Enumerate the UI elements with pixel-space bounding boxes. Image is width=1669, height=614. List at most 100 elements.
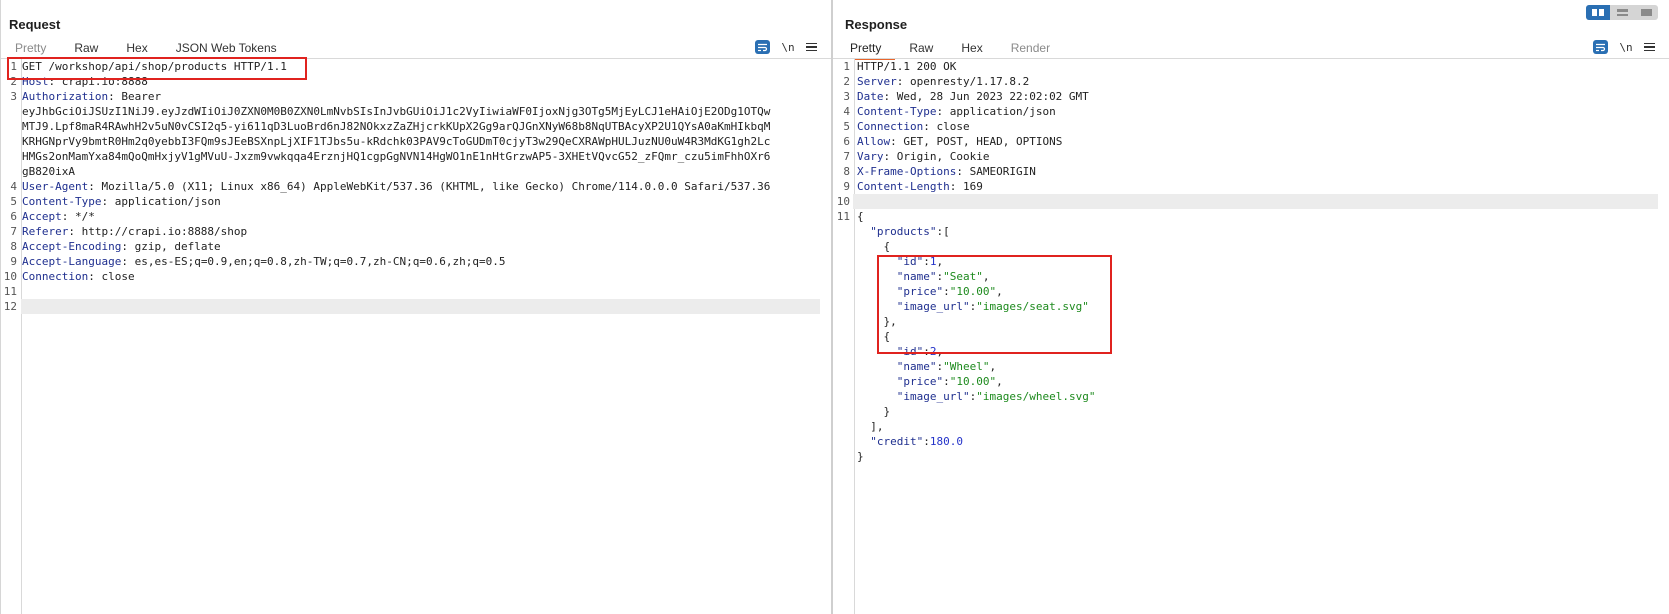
line-text: User-Agent: Mozilla/5.0 (X11; Linux x86_…: [22, 179, 770, 194]
request-tab-hex[interactable]: Hex: [112, 38, 161, 58]
line-text: Allow: GET, POST, HEAD, OPTIONS: [857, 134, 1062, 149]
line-text: Connection: close: [22, 269, 135, 284]
request-pane: Request Pretty Raw Hex JSON Web Tokens \…: [0, 0, 831, 614]
stacked-layout-icon[interactable]: [1610, 5, 1634, 20]
header-name: User-Agent: [22, 180, 89, 193]
line-number: 3: [843, 90, 850, 103]
response-line: 1 HTTP/1.1 200 OK: [833, 59, 1669, 74]
line-text: HMGs2onMamYxa84mQoQmHxjyV1gMVuU-Jxzm9vwk…: [22, 149, 770, 164]
code-text: : close: [88, 270, 135, 283]
line-number: 6: [843, 135, 850, 148]
request-line: 11: [1, 284, 831, 299]
line-number: 9: [10, 255, 17, 268]
request-line: 10 Connection: close: [1, 269, 831, 284]
newline-toggle[interactable]: \n: [780, 41, 796, 54]
request-line: 12: [1, 299, 831, 314]
request-line-highlight-box: [7, 57, 307, 80]
response-tab-render[interactable]: Render: [997, 38, 1064, 58]
json-key: "credit": [870, 435, 924, 448]
code-text: : SAMEORIGIN: [956, 165, 1036, 178]
layout-toggle: [1586, 5, 1658, 20]
line-text: Accept: */*: [22, 209, 95, 224]
json-number: 180.0: [929, 435, 963, 448]
header-name: Authorization: [22, 90, 109, 103]
request-tab-raw[interactable]: Raw: [60, 38, 112, 58]
response-tabs: Pretty Raw Hex Render: [836, 38, 1064, 60]
response-line: 9 Content-Length: 169: [833, 179, 1669, 194]
line-number: 11: [836, 210, 850, 223]
code-text: : Mozilla/5.0 (X11; Linux x86_64) AppleW…: [88, 180, 771, 193]
request-title: Request: [9, 17, 61, 32]
response-product-highlight-box: [877, 255, 1112, 354]
code-text: : Origin, Cookie: [883, 150, 990, 163]
json-key: "price": [896, 375, 944, 388]
line-text: "price":"10.00",: [857, 374, 1003, 389]
response-line: {: [833, 239, 1669, 254]
code-text: ,: [989, 360, 997, 373]
wrap-icon[interactable]: [1593, 40, 1608, 54]
wrap-icon[interactable]: [755, 40, 770, 54]
header-name: Vary: [857, 150, 884, 163]
line-number: 10: [3, 270, 17, 283]
line-number: 4: [10, 180, 17, 193]
current-line-highlight: [21, 299, 820, 314]
response-line: 6 Allow: GET, POST, HEAD, OPTIONS: [833, 134, 1669, 149]
response-tab-pretty[interactable]: Pretty: [836, 38, 896, 60]
response-line: "name":"Wheel",: [833, 359, 1669, 374]
response-line: "image_url":"images/wheel.svg": [833, 389, 1669, 404]
line-number: 5: [843, 120, 850, 133]
response-line: 3 Date: Wed, 28 Jun 2023 22:02:02 GMT: [833, 89, 1669, 104]
line-text: {: [857, 209, 864, 224]
line-text: Content-Length: 169: [857, 179, 983, 194]
request-tab-pretty[interactable]: Pretty: [1, 38, 60, 58]
line-text: Content-Type: application/json: [22, 194, 221, 209]
header-name: X-Frame-Options: [857, 165, 957, 178]
request-tab-json-web-tokens[interactable]: JSON Web Tokens: [162, 38, 291, 58]
line-number: 2: [843, 75, 850, 88]
line-text: Authorization: Bearer: [22, 89, 161, 104]
line-number: 1: [843, 60, 850, 73]
line-text: "products":[: [857, 224, 950, 239]
json-string: "10.00": [949, 375, 997, 388]
code-text: :: [923, 435, 930, 448]
code-text: eyJhbGciOiJSUzI1NiJ9.eyJzdWIiOiJ0ZXN0M0B…: [22, 105, 771, 118]
response-tab-raw[interactable]: Raw: [895, 38, 947, 58]
request-editor[interactable]: 1 GET /workshop/api/shop/products HTTP/1.…: [1, 59, 831, 314]
response-tab-hex[interactable]: Hex: [947, 38, 996, 58]
line-text: MTJ9.Lpf8maR4RAwhH2v5uN0vCSI2q5-yi611qD3…: [22, 119, 770, 134]
json-string: "Wheel": [943, 360, 990, 373]
header-name: Date: [857, 90, 884, 103]
code-text: :[: [936, 225, 950, 238]
line-text: Date: Wed, 28 Jun 2023 22:02:02 GMT: [857, 89, 1089, 104]
line-number: 7: [843, 150, 850, 163]
newline-toggle[interactable]: \n: [1618, 41, 1634, 54]
line-text: "credit":180.0: [857, 434, 963, 449]
request-line: 9 Accept-Language: es,es-ES;q=0.9,en;q=0.…: [1, 254, 831, 269]
response-line: }: [833, 449, 1669, 464]
code-text: : es,es-ES;q=0.9,en;q=0.8,zh-TW;q=0.7,zh…: [121, 255, 506, 268]
line-number: 12: [3, 300, 17, 313]
code-text: : 169: [949, 180, 983, 193]
header-name: Referer: [22, 225, 69, 238]
line-number: 6: [10, 210, 17, 223]
code-text: }: [857, 450, 864, 463]
response-line: 2 Server: openresty/1.17.8.2: [833, 74, 1669, 89]
line-text: "image_url":"images/wheel.svg": [857, 389, 1096, 404]
menu-icon[interactable]: [806, 42, 817, 52]
line-number: 4: [843, 105, 850, 118]
side-by-side-layout-icon[interactable]: [1586, 5, 1610, 20]
code-text: ,: [996, 375, 1003, 388]
menu-icon[interactable]: [1644, 42, 1655, 52]
code-text: : openresty/1.17.8.2: [896, 75, 1030, 88]
header-name: Allow: [857, 135, 891, 148]
single-pane-layout-icon[interactable]: [1634, 5, 1658, 20]
header-name: Connection: [22, 270, 89, 283]
line-text: ],: [857, 419, 883, 434]
json-key: "products": [870, 225, 937, 238]
response-line: }: [833, 404, 1669, 419]
line-number: 8: [10, 240, 17, 253]
code-text: gB820ixA: [22, 165, 75, 178]
request-toolbar: \n: [755, 38, 817, 56]
